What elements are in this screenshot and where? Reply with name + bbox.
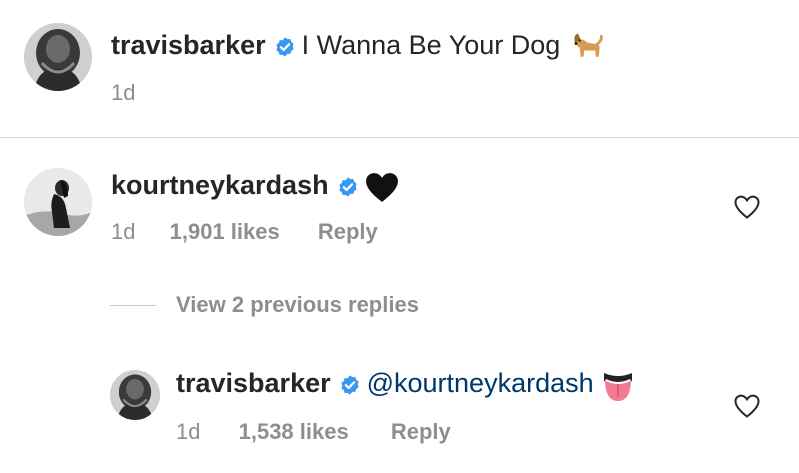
tongue-emoji-icon: [604, 372, 633, 401]
caption-meta: 1d: [111, 79, 135, 107]
kourtneykardash-avatar[interactable]: [24, 168, 92, 236]
comment-username[interactable]: kourtneykardash: [111, 170, 329, 200]
reply-time: 1d: [176, 419, 201, 444]
verified-badge-icon: [275, 37, 294, 57]
travisbarker-reply-avatar[interactable]: [110, 370, 160, 420]
caption-text: I Wanna Be Your Dog: [301, 30, 561, 60]
view-previous-replies-button[interactable]: View 2 previous replies: [110, 292, 419, 318]
view-previous-replies-label: View 2 previous replies: [176, 292, 419, 317]
reply-like-heart-icon[interactable]: [733, 393, 761, 419]
reply-reply-button[interactable]: Reply: [391, 418, 451, 446]
comment-line: kourtneykardash: [111, 168, 399, 207]
reply-username[interactable]: travisbarker: [176, 368, 331, 398]
comment-likes[interactable]: 1,901 likes: [170, 218, 280, 246]
comment-reply-button[interactable]: Reply: [318, 218, 378, 246]
reply-likes[interactable]: 1,538 likes: [239, 418, 349, 446]
verified-badge-icon: [338, 177, 357, 197]
caption-time: 1d: [111, 80, 136, 105]
verified-badge-icon: [340, 375, 359, 395]
reply-line: travisbarker @kourtneykardash: [176, 366, 636, 406]
travisbarker-avatar[interactable]: [24, 23, 92, 91]
reply-meta: 1d 1,538 likes Reply: [176, 418, 451, 446]
comment-meta: 1d 1,901 likes Reply: [111, 218, 378, 246]
caption-divider: [0, 137, 799, 138]
black-heart-emoji-icon: [365, 172, 398, 202]
dog-emoji-icon: [574, 33, 603, 57]
caption-username[interactable]: travisbarker: [111, 30, 266, 60]
reply-mention-link[interactable]: @kourtneykardash: [367, 368, 594, 398]
replies-dash: [110, 304, 156, 306]
comment-like-heart-icon[interactable]: [733, 194, 761, 220]
comments-screen: travisbarker I Wanna Be Your Dog 1d kourt…: [0, 0, 799, 473]
caption-line: travisbarker I Wanna Be Your Dog: [111, 28, 605, 68]
comment-time: 1d: [111, 219, 136, 244]
